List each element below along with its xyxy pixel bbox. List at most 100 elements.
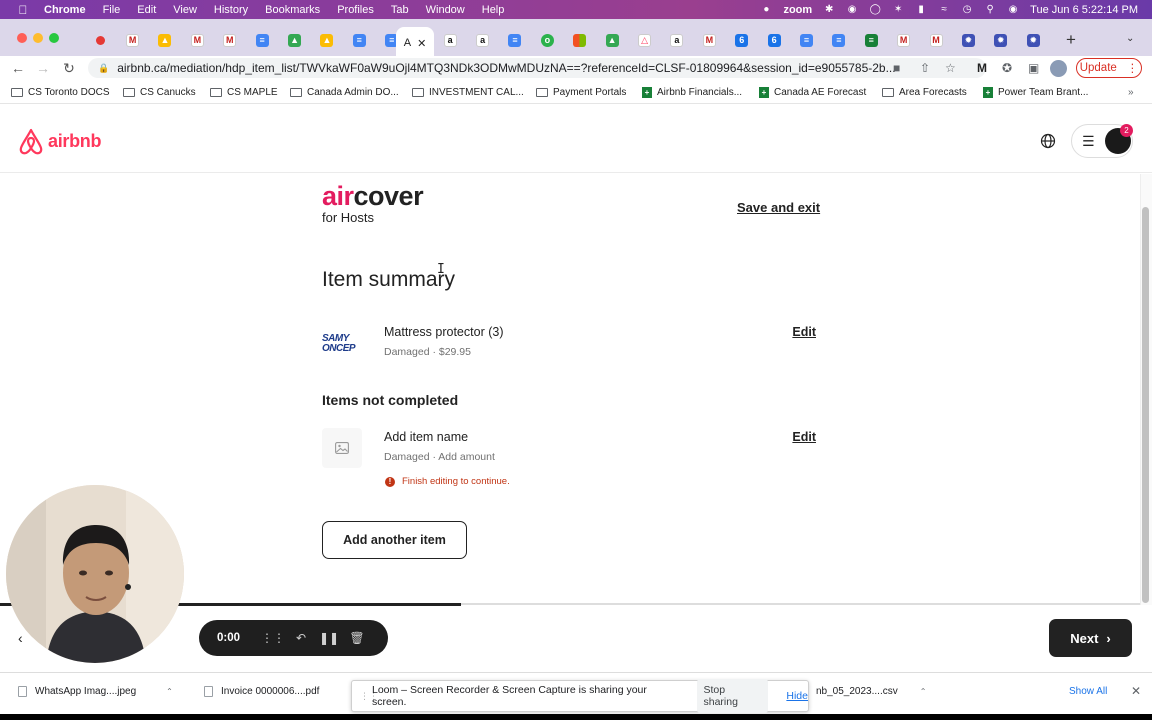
- browser-tab[interactable]: M: [920, 31, 952, 49]
- menu-bookmarks[interactable]: Bookmarks: [265, 4, 320, 16]
- chevron-up-icon[interactable]: ⌃: [920, 687, 927, 696]
- window-minimize-button[interactable]: [33, 33, 43, 43]
- profile-avatar-icon[interactable]: [1050, 58, 1067, 78]
- menu-tab[interactable]: Tab: [391, 4, 409, 16]
- reload-icon[interactable]: ↻: [61, 60, 77, 77]
- browser-tab[interactable]: M: [887, 31, 919, 49]
- menu-profiles[interactable]: Profiles: [337, 4, 374, 16]
- drag-grip-icon[interactable]: ⋮⋮: [259, 631, 287, 645]
- browser-tab[interactable]: ▲: [311, 31, 343, 49]
- bookmark-item[interactable]: Canada Admin DO...: [290, 87, 399, 98]
- download-item[interactable]: nb_05_2023....csv ⌃: [816, 686, 926, 697]
- new-tab-button[interactable]: +: [1062, 31, 1080, 49]
- bookmark-item[interactable]: + Canada AE Forecast: [759, 87, 866, 98]
- active-browser-tab[interactable]: A ✕: [396, 27, 434, 59]
- forward-arrow-icon[interactable]: →: [35, 60, 51, 76]
- url-text[interactable]: airbnb.ca/mediation/hdp_item_list/TWVkaW…: [117, 61, 895, 75]
- browser-tab[interactable]: ▲: [278, 31, 310, 49]
- extension-m-icon[interactable]: M: [977, 58, 987, 78]
- bookmark-item[interactable]: Payment Portals: [536, 87, 626, 98]
- browser-tab[interactable]: △: [628, 31, 660, 49]
- add-another-item-button[interactable]: Add another item: [322, 521, 467, 559]
- pause-icon[interactable]: ❚❚: [315, 631, 343, 645]
- download-item[interactable]: Invoice 0000006....pdf: [204, 686, 319, 697]
- next-button[interactable]: Next ›: [1049, 619, 1132, 657]
- bluetooth-icon[interactable]: ✶: [892, 4, 904, 15]
- browser-tab[interactable]: M: [116, 31, 148, 49]
- hide-banner-link[interactable]: Hide: [786, 690, 808, 702]
- close-icon[interactable]: ✕: [1131, 684, 1141, 698]
- colorful-app-icon[interactable]: ✱: [823, 4, 835, 15]
- drag-grip-icon[interactable]: ⋮⋮: [360, 691, 378, 702]
- menubar-clock[interactable]: Tue Jun 6 5:22:14 PM: [1030, 4, 1138, 16]
- siri-icon[interactable]: ◉: [1007, 4, 1019, 15]
- edit-item-link[interactable]: Edit: [792, 325, 816, 339]
- browser-tab[interactable]: ≡: [343, 31, 375, 49]
- bookmark-star-icon[interactable]: ☆: [945, 58, 956, 78]
- loom-webcam-bubble[interactable]: [6, 485, 184, 663]
- browser-tab[interactable]: M: [181, 31, 213, 49]
- update-button[interactable]: Update ⋮: [1076, 58, 1142, 78]
- bookmark-item[interactable]: Area Forecasts: [882, 87, 967, 98]
- bookmark-item[interactable]: + Airbnb Financials...: [642, 87, 742, 98]
- browser-tab[interactable]: [84, 31, 116, 49]
- browser-tab[interactable]: M: [693, 31, 725, 49]
- browser-tab[interactable]: ✹: [985, 31, 1017, 49]
- browser-tab[interactable]: ✹: [1017, 31, 1049, 49]
- zoom-status-label[interactable]: zoom: [783, 4, 812, 16]
- edit-item-link[interactable]: Edit: [792, 430, 816, 444]
- camera-icon[interactable]: ■: [893, 58, 900, 78]
- globe-icon[interactable]: [1040, 133, 1056, 149]
- window-close-button[interactable]: [17, 33, 27, 43]
- menu-history[interactable]: History: [214, 4, 248, 16]
- headphones-icon[interactable]: ◯: [869, 4, 881, 15]
- browser-tab[interactable]: a: [661, 31, 693, 49]
- lock-icon[interactable]: 🔒: [98, 63, 109, 74]
- undo-icon[interactable]: ↶: [287, 631, 315, 645]
- browser-tab[interactable]: 6: [726, 31, 758, 49]
- time-machine-icon[interactable]: ◷: [961, 4, 973, 15]
- share-icon[interactable]: ⇧: [920, 58, 930, 78]
- browser-tab[interactable]: [564, 31, 596, 49]
- chevron-up-icon[interactable]: ⌃: [166, 687, 173, 696]
- address-bar[interactable]: 🔒 airbnb.ca/mediation/hdp_item_list/TWVk…: [88, 58, 986, 78]
- scrollbar-thumb[interactable]: [1142, 207, 1149, 603]
- wifi-icon[interactable]: ≈: [938, 4, 950, 15]
- close-tab-icon[interactable]: ✕: [417, 37, 426, 50]
- tab-search-chevron-icon[interactable]: ⌄: [1126, 33, 1134, 44]
- record-icon[interactable]: ◉: [846, 4, 858, 15]
- back-arrow-icon[interactable]: ←: [10, 60, 26, 76]
- bookmark-item[interactable]: CS Canucks: [123, 87, 196, 98]
- menu-help[interactable]: Help: [482, 4, 505, 16]
- stop-sharing-button[interactable]: Stop sharing: [696, 679, 769, 713]
- back-chevron-icon[interactable]: ‹: [18, 630, 23, 646]
- apple-icon[interactable]: : [14, 3, 32, 17]
- browser-tab[interactable]: a: [434, 31, 466, 49]
- side-panel-icon[interactable]: ▣: [1028, 58, 1039, 78]
- menu-app-name[interactable]: Chrome: [44, 4, 86, 16]
- battery-icon[interactable]: ▮: [915, 4, 927, 15]
- save-and-exit-link[interactable]: Save and exit: [737, 200, 820, 215]
- browser-tab[interactable]: ≡: [790, 31, 822, 49]
- browser-tab[interactable]: ≡: [246, 31, 278, 49]
- download-item[interactable]: WhatsApp Imag....jpeg ⌃: [18, 686, 173, 697]
- menu-window[interactable]: Window: [426, 4, 465, 16]
- browser-tab[interactable]: ▲: [149, 31, 181, 49]
- browser-tab[interactable]: o: [531, 31, 563, 49]
- airbnb-logo[interactable]: airbnb: [18, 128, 102, 155]
- browser-tab[interactable]: ✹: [952, 31, 984, 49]
- bookmark-item[interactable]: + Power Team Brant...: [983, 87, 1088, 98]
- extensions-puzzle-icon[interactable]: ✪: [1002, 58, 1012, 78]
- show-all-downloads-link[interactable]: Show All: [1069, 686, 1107, 697]
- browser-tab[interactable]: M: [214, 31, 246, 49]
- browser-tab[interactable]: ▲: [596, 31, 628, 49]
- trash-icon[interactable]: 🗑: [343, 631, 371, 645]
- menu-file[interactable]: File: [103, 4, 121, 16]
- window-maximize-button[interactable]: [49, 33, 59, 43]
- microphone-icon[interactable]: ●: [760, 4, 772, 15]
- browser-tab[interactable]: ≡: [855, 31, 887, 49]
- spotlight-search-icon[interactable]: ⚲: [984, 4, 996, 15]
- menu-view[interactable]: View: [173, 4, 197, 16]
- browser-tab[interactable]: 6: [758, 31, 790, 49]
- bookmark-item[interactable]: CS MAPLE: [210, 87, 278, 98]
